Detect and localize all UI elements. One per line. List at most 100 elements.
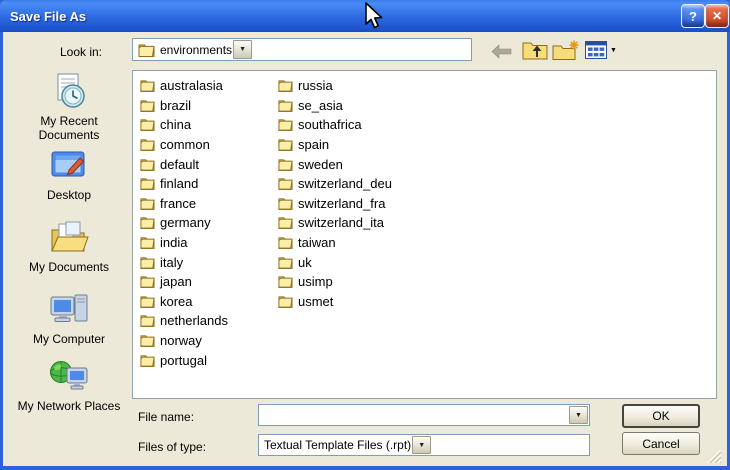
folder-name: usimp — [298, 274, 333, 290]
folder-name: switzerland_deu — [298, 176, 392, 192]
folder-icon — [140, 118, 155, 132]
my-network-places-icon — [50, 361, 88, 390]
folder-item[interactable]: china — [140, 115, 228, 135]
folder-item[interactable]: spain — [278, 135, 392, 155]
folder-item[interactable]: brazil — [140, 96, 228, 116]
folder-name: germany — [160, 215, 211, 231]
folder-item[interactable]: japan — [140, 272, 228, 292]
file-name-combo[interactable]: ▼ — [258, 404, 590, 426]
my-documents-icon — [51, 221, 89, 252]
folder-item[interactable]: netherlands — [140, 311, 228, 331]
folder-icon — [140, 236, 155, 250]
folder-item[interactable]: france — [140, 194, 228, 214]
folder-icon — [278, 99, 293, 112]
titlebar[interactable]: Save File As — [0, 0, 730, 32]
file-list-column-right: russia se_asia southafrica spain sweden … — [278, 76, 392, 311]
folder-icon — [140, 158, 155, 171]
folder-icon — [278, 79, 293, 93]
folder-item[interactable]: switzerland_deu — [278, 174, 392, 194]
new-folder-button[interactable] — [552, 40, 580, 60]
folder-name: china — [160, 117, 192, 133]
folder-item[interactable]: switzerland_fra — [278, 194, 392, 214]
folder-name: switzerland_ita — [298, 215, 384, 231]
folder-item[interactable]: default — [140, 154, 228, 174]
view-menu-button[interactable]: ▼ — [585, 41, 617, 59]
file-name-label: File name: — [138, 410, 195, 424]
up-one-level-button[interactable] — [522, 40, 548, 60]
sidebar-item-label: My Computer — [32, 332, 106, 346]
folder-item[interactable]: sweden — [278, 154, 392, 174]
cancel-button[interactable]: Cancel — [622, 432, 700, 455]
folder-item[interactable]: portugal — [140, 350, 228, 370]
folder-item[interactable]: italy — [140, 252, 228, 272]
folder-item[interactable]: southafrica — [278, 115, 392, 135]
folder-icon — [140, 99, 155, 112]
folder-name: portugal — [160, 352, 207, 368]
folder-icon — [140, 295, 155, 308]
my-computer-icon — [50, 294, 88, 322]
folder-item[interactable]: uk — [278, 252, 392, 272]
close-button[interactable]: ✕ — [705, 4, 729, 28]
files-of-type-value: Textual Template Files (.rpt) — [264, 438, 412, 452]
folder-icon — [140, 138, 155, 152]
ok-button[interactable]: OK — [622, 404, 700, 428]
save-file-as-dialog: Save File As ? ✕ Look in: environments ▼ — [0, 0, 730, 470]
folder-item[interactable]: se_asia — [278, 96, 392, 116]
back-button[interactable] — [491, 44, 512, 59]
folder-icon — [278, 295, 293, 308]
view-menu-caret-icon: ▼ — [610, 46, 617, 54]
folder-icon — [278, 275, 293, 289]
folder-item[interactable]: norway — [140, 331, 228, 351]
folder-item[interactable]: usmet — [278, 292, 392, 312]
folder-icon — [140, 354, 155, 367]
folder-name: taiwan — [298, 235, 336, 251]
folder-item[interactable]: common — [140, 135, 228, 155]
folder-item[interactable]: korea — [140, 292, 228, 312]
view-menu-icon — [585, 41, 607, 59]
folder-name: japan — [160, 274, 192, 290]
file-name-dropdown-arrow[interactable]: ▼ — [569, 406, 588, 424]
folder-name: france — [160, 195, 197, 211]
sidebar-item-my-computer[interactable]: My Computer — [10, 290, 128, 347]
resize-grip[interactable] — [703, 447, 721, 463]
folder-name: se_asia — [298, 97, 343, 113]
close-icon: ✕ — [711, 9, 723, 23]
folder-item[interactable]: russia — [278, 76, 392, 96]
look-in-dropdown[interactable]: environments ▼ — [132, 38, 472, 61]
folder-icon — [140, 216, 155, 230]
file-name-input[interactable] — [259, 404, 568, 426]
folder-icon — [278, 138, 293, 152]
folder-item[interactable]: australasia — [140, 76, 228, 96]
folder-name: australasia — [160, 78, 223, 94]
help-icon: ? — [689, 8, 697, 24]
sidebar-item-my-documents[interactable]: My Documents — [10, 218, 128, 275]
sidebar-item-my-recent-documents[interactable]: My Recent Documents — [10, 72, 128, 143]
folder-item[interactable]: finland — [140, 174, 228, 194]
folder-name: russia — [298, 78, 333, 94]
folder-icon — [278, 118, 293, 132]
help-button[interactable]: ? — [681, 4, 705, 28]
sidebar-item-desktop[interactable]: Desktop — [10, 146, 128, 203]
folder-item[interactable]: germany — [140, 213, 228, 233]
folder-item[interactable]: usimp — [278, 272, 392, 292]
folder-item[interactable]: india — [140, 233, 228, 253]
folder-name: italy — [160, 254, 184, 270]
back-arrow-icon — [491, 44, 512, 59]
sidebar-item-label: My Network Places — [17, 399, 121, 413]
files-of-type-dropdown[interactable]: Textual Template Files (.rpt) ▼ — [258, 434, 590, 456]
look-in-label: Look in: — [59, 45, 102, 59]
folder-name: netherlands — [160, 313, 228, 329]
look-in-dropdown-arrow[interactable]: ▼ — [233, 40, 253, 59]
chevron-down-icon: ▼ — [239, 46, 247, 53]
recent-documents-icon — [57, 73, 85, 108]
folder-item[interactable]: switzerland_ita — [278, 213, 392, 233]
folder-icon — [278, 236, 293, 250]
sidebar-item-label: Desktop — [46, 188, 92, 202]
folder-item[interactable]: taiwan — [278, 233, 392, 253]
look-in-folder: environments — [138, 43, 232, 57]
sidebar-item-my-network-places[interactable]: My Network Places — [10, 357, 128, 414]
folder-name: default — [160, 156, 200, 172]
files-of-type-dropdown-arrow[interactable]: ▼ — [412, 436, 432, 454]
folder-icon — [278, 177, 293, 191]
folder-icon — [140, 79, 155, 93]
